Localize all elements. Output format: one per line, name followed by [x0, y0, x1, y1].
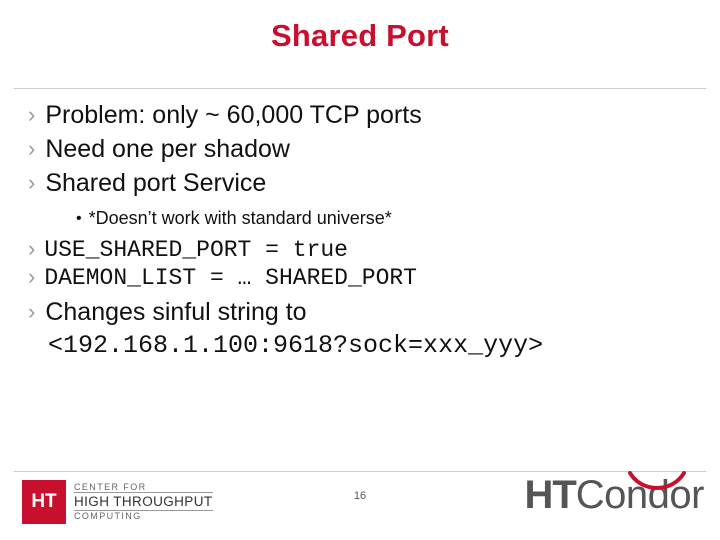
swoosh-icon [628, 471, 686, 490]
slide-footer: HT CENTER FOR HIGH THROUGHPUT COMPUTING … [0, 471, 720, 540]
config-line-daemon-list: DAEMON_LIST = … SHARED_PORT [44, 265, 417, 291]
slide-body: › Problem: only ~ 60,000 TCP ports › Nee… [14, 100, 714, 360]
chevron-right-icon: › [28, 136, 36, 161]
htcondor-logo-ht: HT [524, 473, 576, 517]
chtc-logo-line3: COMPUTING [74, 511, 142, 522]
list-item: › Changes sinful string to [14, 297, 714, 327]
sinful-string-example: <192.168.1.100:9618?sock=xxx_yyy> [48, 331, 544, 360]
list-item: › DAEMON_LIST = … SHARED_PORT [14, 265, 714, 291]
list-item: › Need one per shadow [14, 134, 714, 164]
chtc-logo: HT CENTER FOR HIGH THROUGHPUT COMPUTING [22, 480, 213, 524]
list-item-label: Changes sinful string to [45, 298, 307, 326]
list-item: › Problem: only ~ 60,000 TCP ports [14, 100, 714, 130]
config-line-use-shared-port: USE_SHARED_PORT = true [44, 237, 348, 263]
chtc-logo-badge: HT [22, 480, 66, 524]
page-title: Shared Port [271, 18, 449, 53]
list-item: › USE_SHARED_PORT = true [14, 237, 714, 263]
sub-list-item-label: *Doesn’t work with standard universe* [88, 208, 392, 228]
chevron-right-icon: › [28, 170, 36, 195]
slide: Shared Port › Problem: only ~ 60,000 TCP… [0, 0, 720, 540]
divider-top [14, 88, 706, 89]
chevron-right-icon: › [28, 102, 36, 127]
list-item-label: Problem: only ~ 60,000 TCP ports [45, 101, 422, 129]
list-item-label: Shared port Service [45, 169, 267, 197]
list-item: › Shared port Service [14, 168, 714, 198]
bullet-dot-icon: • [76, 210, 82, 227]
chevron-right-icon: › [28, 236, 36, 261]
sub-list-item: • *Doesn’t work with standard universe* [14, 208, 714, 229]
chevron-right-icon: › [28, 299, 36, 324]
list-item-label: Need one per shadow [45, 135, 290, 163]
htcondor-logo: HT Condor [524, 471, 705, 517]
chevron-right-icon: › [28, 264, 36, 289]
